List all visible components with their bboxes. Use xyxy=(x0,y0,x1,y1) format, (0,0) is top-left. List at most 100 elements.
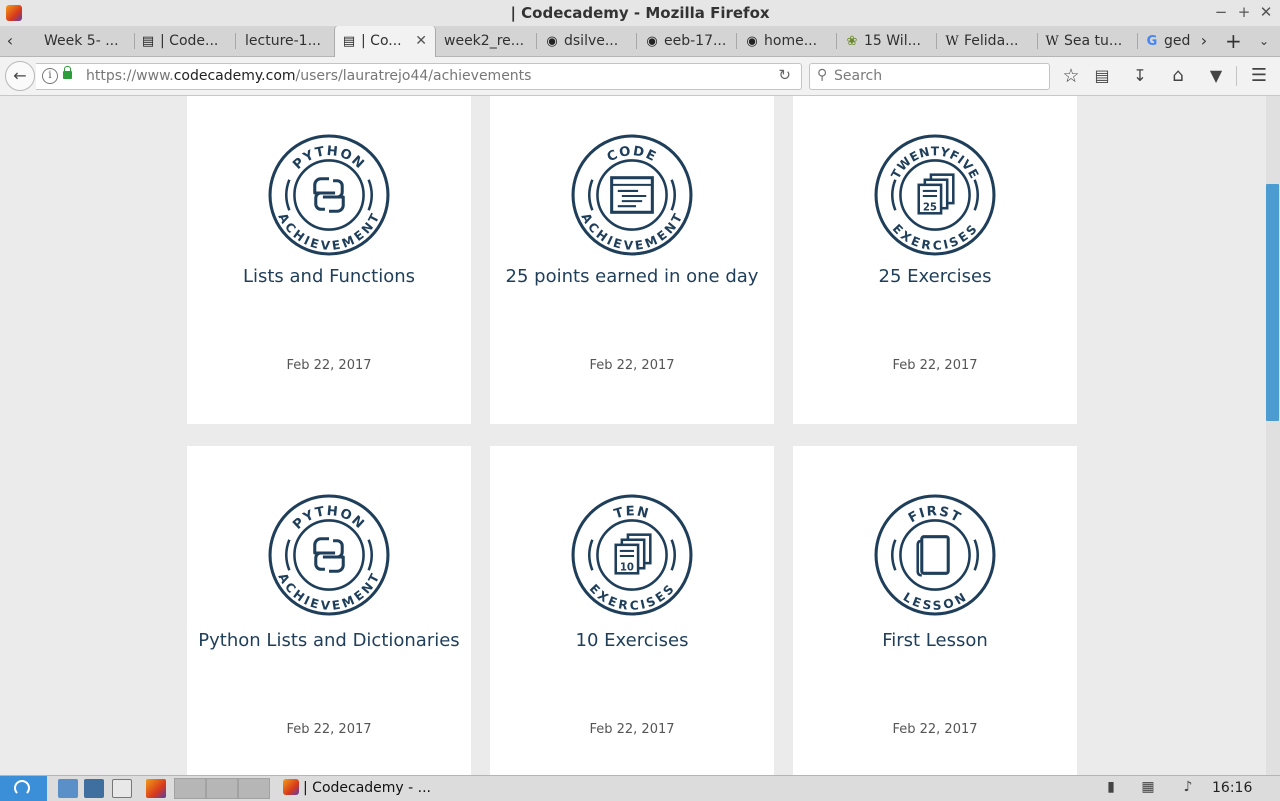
achievement-card[interactable]: PYTHON ACHIEVEMENT Lists and Functions F… xyxy=(187,96,471,424)
tab-label: week2_re... xyxy=(444,33,525,49)
badge-bottom-text: ACHIEVEMENT xyxy=(579,211,685,253)
tab-scroll-right-icon[interactable]: › xyxy=(1196,26,1212,56)
new-tab-icon[interactable]: + xyxy=(1225,26,1242,56)
search-icon: ⚲ xyxy=(817,67,828,83)
network-app-icon[interactable] xyxy=(84,779,104,798)
achievement-card[interactable]: PYTHON ACHIEVEMENT Python Lists and Dict… xyxy=(187,446,471,775)
back-arrow-icon: ← xyxy=(13,66,27,85)
tab-divider xyxy=(235,33,236,49)
tab-sea-turtle[interactable]: W Sea tu... xyxy=(1044,26,1136,56)
tab-label: lecture-1... xyxy=(245,33,321,49)
svg-text:PYTHON: PYTHON xyxy=(290,144,367,173)
achievement-date: Feb 22, 2017 xyxy=(892,722,978,737)
workspace-1[interactable] xyxy=(174,778,206,799)
tab-list-icon[interactable]: ⌄ xyxy=(1256,26,1272,56)
menu-icon[interactable]: ☰ xyxy=(1248,65,1270,87)
tab-google[interactable]: Gged xyxy=(1144,26,1192,56)
achievement-name: Lists and Functions xyxy=(242,266,416,287)
ten-exercises-badge-icon: TEN EXERCISES 10 xyxy=(571,494,693,616)
start-logo-icon xyxy=(14,780,30,796)
achievement-name: 10 Exercises xyxy=(575,630,689,651)
google-icon: G xyxy=(1146,34,1158,49)
svg-text:FIRST: FIRST xyxy=(906,504,964,526)
tab-label: Felida... xyxy=(964,33,1019,49)
clock[interactable]: 16:16 xyxy=(1212,780,1252,796)
tab-divider xyxy=(836,33,837,49)
badge-bottom-text: EXERCISES xyxy=(587,581,676,612)
tab-github-home[interactable]: ◉ home... xyxy=(744,26,832,56)
badge-top-text: FIRST xyxy=(906,504,962,526)
tab-codecademy-1[interactable]: ▤ | Code... xyxy=(140,26,232,56)
tab-week2[interactable]: week2_re... xyxy=(444,26,532,56)
window-title: | Codecademy - Mozilla Firefox xyxy=(510,4,770,22)
file-manager-icon[interactable] xyxy=(58,779,78,798)
volume-icon[interactable]: ♪ xyxy=(1178,779,1198,795)
taskbar-firefox-window[interactable]: | Codecademy - ... xyxy=(281,777,461,800)
bookmark-star-icon[interactable]: ☆ xyxy=(1060,65,1082,87)
achievement-date: Feb 22, 2017 xyxy=(286,722,372,737)
url-bar[interactable]: i https://www.codecademy.com/users/laura… xyxy=(36,63,802,90)
achievement-name: 25 points earned in one day xyxy=(505,266,759,287)
tab-label: home... xyxy=(764,33,818,49)
github-icon: ◉ xyxy=(646,34,658,49)
info-icon[interactable]: i xyxy=(42,68,58,84)
home-icon[interactable]: ⌂ xyxy=(1167,65,1189,87)
close-tab-icon[interactable]: ✕ xyxy=(415,26,427,56)
tab-week5[interactable]: Week 5- ... xyxy=(36,26,128,56)
workspace-3[interactable] xyxy=(238,778,270,799)
plant-icon: ❀ xyxy=(846,34,858,49)
tab-label: | Code... xyxy=(160,33,219,49)
first-lesson-badge-icon: FIRST LESSON xyxy=(874,494,996,616)
close-window-icon[interactable]: ✕ xyxy=(1256,3,1276,21)
achievement-card[interactable]: TWENTYFIVE EXERCISES 25 25 Exercises Feb… xyxy=(793,96,1077,424)
lock-icon xyxy=(63,66,72,79)
badge-number: 10 xyxy=(620,562,634,573)
achievement-card[interactable]: FIRST LESSON First Lesson Feb 22, 2017 xyxy=(793,446,1077,775)
tab-label: Week 5- ... xyxy=(44,33,119,49)
tab-github-eeb[interactable]: ◉ eeb-17... xyxy=(644,26,732,56)
start-menu-button[interactable] xyxy=(0,776,47,801)
python-achievement-badge-icon: PYTHON ACHIEVEMENT xyxy=(268,494,390,616)
badge-bottom-text: EXERCISES xyxy=(890,221,979,252)
search-input[interactable] xyxy=(834,65,1034,86)
badge-top-text: PYTHON xyxy=(290,504,366,533)
desktop-window-icon[interactable] xyxy=(112,779,132,798)
tab-divider xyxy=(536,33,537,49)
tab-divider xyxy=(636,33,637,49)
badge-number: 25 xyxy=(923,202,937,213)
tab-label: | Co... xyxy=(361,33,402,49)
tab-github-dsilve[interactable]: ◉ dsilve... xyxy=(544,26,632,56)
scrollbar-thumb[interactable] xyxy=(1266,184,1279,421)
workspace-2[interactable] xyxy=(206,778,238,799)
code-achievement-badge-icon: CODE ACHIEVEMENT xyxy=(571,134,693,256)
url-domain: codecademy.com xyxy=(173,68,296,84)
github-icon: ◉ xyxy=(746,34,758,49)
codecademy-icon: ▤ xyxy=(342,34,356,49)
maximize-icon[interactable]: + xyxy=(1234,3,1254,21)
achievement-card[interactable]: CODE ACHIEVEMENT 25 points earned in one… xyxy=(490,96,774,424)
svg-text:EXERCISES: EXERCISES xyxy=(587,581,677,612)
battery-icon[interactable]: ▮ xyxy=(1101,779,1121,795)
svg-text:ACHIEVEMENT: ACHIEVEMENT xyxy=(579,211,686,253)
network-icon[interactable]: ▦ xyxy=(1138,779,1158,795)
tab-felidae[interactable]: W Felida... xyxy=(944,26,1034,56)
tab-15-wild[interactable]: ❀ 15 Wil... xyxy=(844,26,932,56)
url-text[interactable]: https://www.codecademy.com/users/lauratr… xyxy=(86,68,531,84)
search-bar[interactable]: ⚲ xyxy=(809,63,1050,90)
firefox-icon xyxy=(283,779,299,795)
navigation-bar: ← i https://www.codecademy.com/users/lau… xyxy=(0,57,1280,96)
url-prefix: https://www. xyxy=(86,68,174,84)
minimize-icon[interactable]: − xyxy=(1211,3,1231,21)
tab-scroll-left-icon[interactable]: ‹ xyxy=(2,26,18,56)
achievement-card[interactable]: TEN EXERCISES 10 10 Exercises Feb 22, 20… xyxy=(490,446,774,775)
back-button[interactable]: ← xyxy=(5,61,35,91)
tab-label: Sea tu... xyxy=(1064,33,1123,49)
download-icon[interactable]: ↧ xyxy=(1129,65,1151,87)
tab-codecademy-active[interactable]: ▤ | Co... ✕ xyxy=(334,26,436,57)
reload-icon[interactable]: ↻ xyxy=(778,66,791,84)
reading-list-icon[interactable]: ▤ xyxy=(1091,65,1113,87)
firefox-launcher-icon[interactable] xyxy=(146,779,166,798)
tab-lecture[interactable]: lecture-1... xyxy=(242,26,327,56)
wikipedia-icon: W xyxy=(945,34,959,49)
pocket-icon[interactable]: ▼ xyxy=(1205,65,1227,87)
